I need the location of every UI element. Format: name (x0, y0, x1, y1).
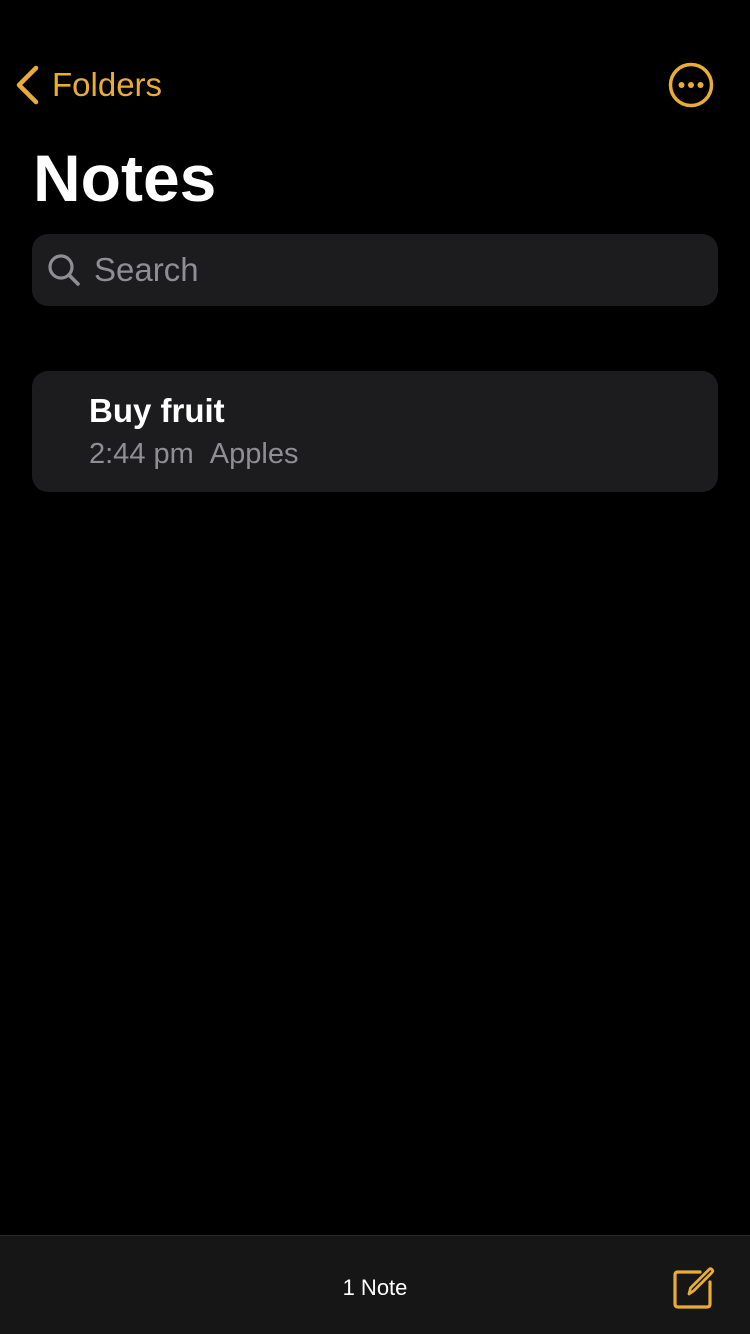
note-meta: 2:44 pm Apples (89, 435, 298, 473)
more-options-button[interactable] (668, 62, 714, 108)
search-input[interactable] (94, 240, 718, 300)
search-icon (46, 252, 82, 288)
bottom-toolbar: 1 Note (0, 1235, 750, 1334)
note-preview: Apples (209, 438, 299, 470)
back-label: Folders (52, 66, 163, 103)
page-title: Notes (33, 141, 217, 215)
search-bar[interactable] (32, 234, 718, 306)
note-time: 2:44 pm (89, 438, 194, 470)
note-title: Buy fruit (89, 392, 225, 429)
ellipsis-circle-icon (668, 62, 714, 108)
new-note-button[interactable] (670, 1266, 716, 1312)
note-count: 1 Note (342, 1275, 408, 1300)
back-to-folders-button[interactable]: Folders (14, 60, 162, 110)
note-list-item[interactable]: Buy fruit 2:44 pm Apples (32, 371, 718, 492)
chevron-left-icon (14, 65, 40, 105)
compose-icon (670, 1266, 716, 1312)
